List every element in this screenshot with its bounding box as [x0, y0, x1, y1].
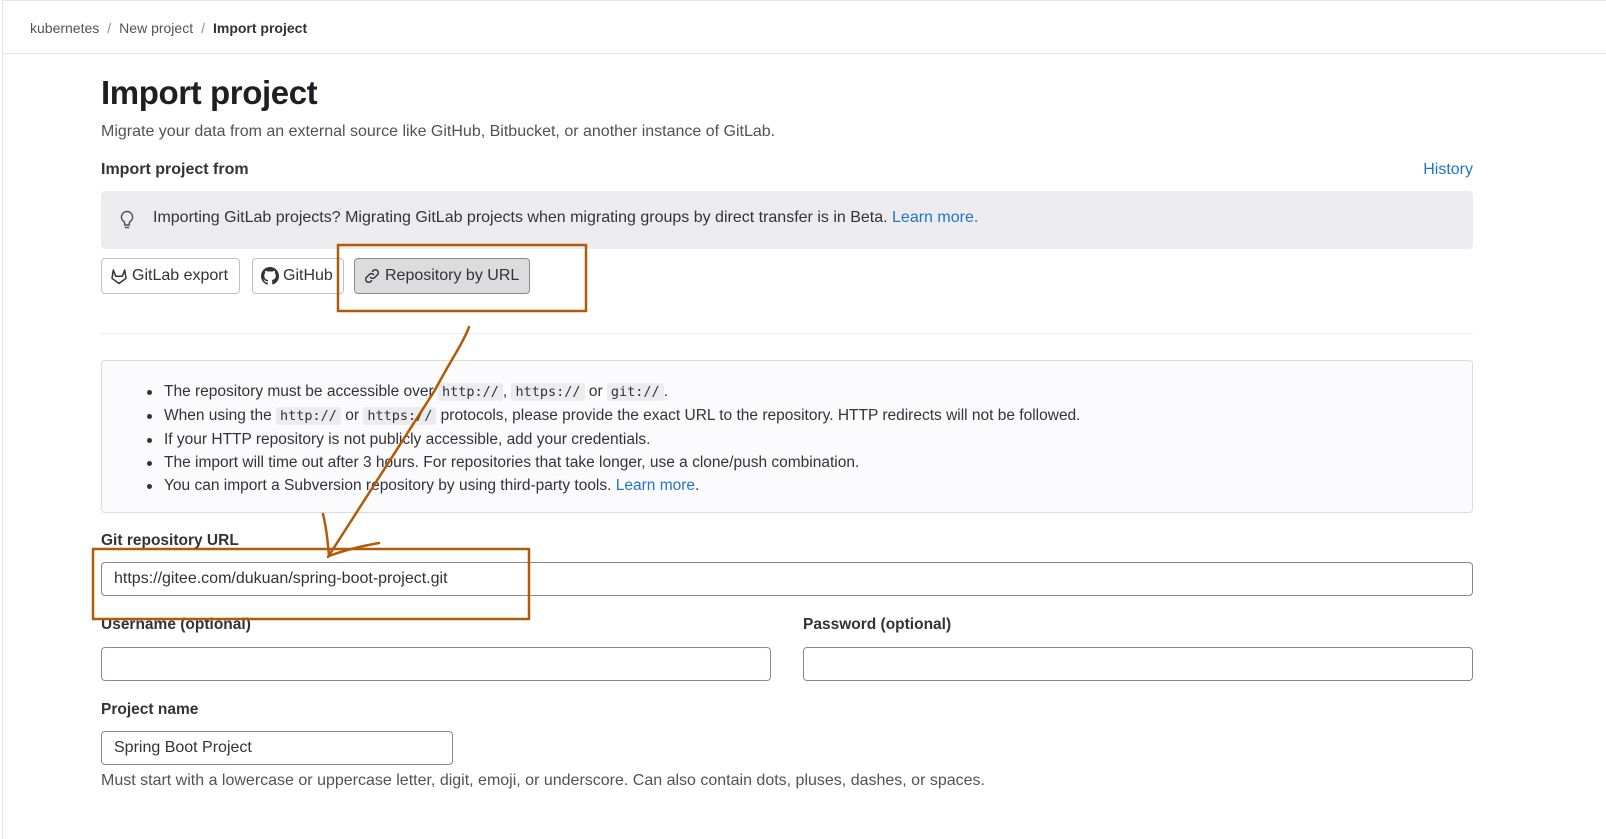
breadcrumb: kubernetes / New project / Import project: [30, 20, 307, 36]
password-label: Password (optional): [803, 616, 952, 633]
requirements-list: The repository must be accessible over h…: [147, 380, 1081, 497]
code-snippet: http://: [276, 407, 341, 425]
repository-by-url-label: Repository by URL: [385, 267, 520, 284]
git-repository-url-label: Git repository URL: [101, 532, 239, 549]
breadcrumb-item-group[interactable]: kubernetes: [30, 20, 99, 36]
alert-learn-more-link[interactable]: Learn more.: [892, 209, 978, 226]
gitlab-export-button[interactable]: GitLab export: [101, 258, 240, 294]
password-input[interactable]: [803, 647, 1473, 681]
list-item: The import will time out after 3 hours. …: [147, 451, 1081, 474]
page-title: Import project: [101, 74, 318, 111]
page-subtitle: Migrate your data from an external sourc…: [101, 123, 776, 140]
list-item-text: .: [663, 383, 669, 400]
lightbulb-icon: [119, 210, 135, 235]
list-item: The repository must be accessible over h…: [147, 380, 1081, 404]
breadcrumb-separator: /: [107, 20, 112, 36]
top-bar: kubernetes / New project / Import project: [3, 1, 1606, 54]
import-from-label: Import project from: [101, 161, 249, 178]
beta-alert: Importing GitLab projects? Migrating Git…: [101, 191, 1473, 249]
username-label: Username (optional): [101, 616, 251, 633]
project-name-hint: Must start with a lowercase or uppercase…: [101, 772, 985, 789]
list-item-text: or: [584, 383, 607, 400]
github-button[interactable]: GitHub: [252, 258, 344, 294]
list-item-text: The repository must be accessible over: [164, 383, 438, 400]
gitlab-export-label: GitLab export: [132, 267, 229, 284]
breadcrumb-separator: /: [201, 20, 205, 36]
list-item-text: When using the: [164, 407, 277, 424]
link-icon: [364, 268, 380, 284]
breadcrumb-item-new-project[interactable]: New project: [119, 20, 193, 36]
subversion-learn-more-link[interactable]: Learn more: [616, 477, 695, 494]
list-item-text: or: [340, 407, 364, 424]
breadcrumb-item-current[interactable]: Import project: [213, 20, 307, 36]
project-name-label: Project name: [101, 701, 199, 718]
divider: [101, 333, 1473, 334]
code-snippet: https://: [363, 407, 437, 425]
project-name-input[interactable]: [101, 731, 453, 765]
list-item: When using the http:// or https:// proto…: [147, 404, 1081, 428]
git-repository-url-input[interactable]: [101, 562, 1473, 596]
alert-message: Importing GitLab projects? Migrating Git…: [153, 209, 978, 227]
username-input[interactable]: [101, 647, 771, 681]
list-item: You can import a Subversion repository b…: [147, 474, 1081, 497]
github-icon: [261, 267, 279, 285]
list-item-text: You can import a Subversion repository b…: [164, 477, 616, 494]
list-item-text: .: [695, 477, 700, 494]
code-snippet: http://: [437, 383, 503, 401]
list-item: If your HTTP repository is not publicly …: [147, 428, 1081, 451]
github-label: GitHub: [283, 267, 333, 284]
gitlab-icon: [111, 268, 127, 284]
alert-text: Importing GitLab projects? Migrating Git…: [153, 209, 888, 226]
code-snippet: git://: [606, 383, 664, 401]
requirements-info-box: The repository must be accessible over h…: [101, 360, 1473, 513]
history-link[interactable]: History: [1423, 161, 1473, 179]
repository-by-url-button[interactable]: Repository by URL: [354, 258, 530, 294]
code-snippet: https://: [511, 383, 585, 401]
list-item-text: protocols, please provide the exact URL …: [436, 407, 1081, 424]
